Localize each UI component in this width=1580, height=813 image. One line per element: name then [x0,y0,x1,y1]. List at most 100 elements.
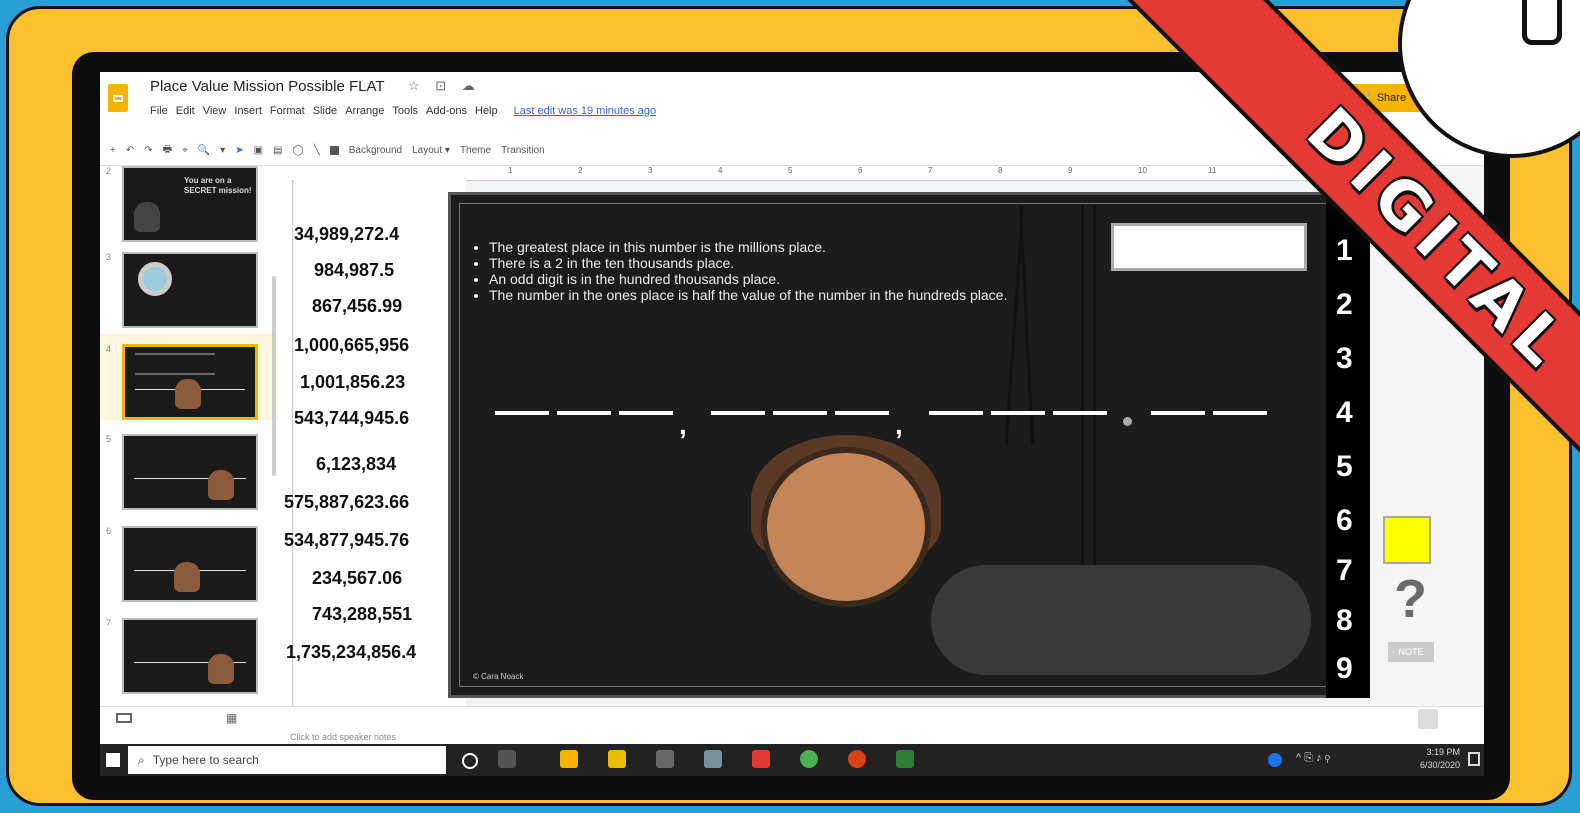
taskbar-search-input[interactable]: ⌕ Type here to search [128,746,446,774]
slide-thumbnail-3[interactable] [122,252,258,328]
ruler-tick: 3 [648,166,653,175]
document-title[interactable]: Place Value Mission Possible FLAT [150,78,385,95]
number-choice[interactable]: 234,567.06 [312,568,402,589]
slides-logo-icon[interactable] [108,84,128,112]
menu-help[interactable]: Help [475,105,498,117]
star-folder-cloud-icons[interactable]: ☆ ⊡ ☁ [408,78,481,94]
draggable-digit[interactable]: 2 [1336,288,1353,322]
number-choice[interactable]: 575,887,623.66 [284,492,409,513]
yellow-highlighter-square[interactable] [1383,516,1431,564]
filmstrip-scrollbar[interactable] [272,276,276,476]
shape-icon[interactable]: ◯ [293,145,304,156]
zoom-icon[interactable]: 🔍 [198,145,210,156]
clue-item: The greatest place in this number is the… [489,239,1049,255]
theme-button[interactable]: Theme [460,145,491,156]
clue-item: An odd digit is in the hundred thousands… [489,271,1049,287]
app-icon[interactable] [752,750,770,768]
chrome-icon[interactable] [800,750,818,768]
classroom-icon[interactable] [896,750,914,768]
digit-blank [495,411,549,415]
print-icon[interactable]: 🖶 [163,142,172,159]
draggable-digit[interactable]: 1 [1336,234,1353,268]
slide-thumbnail-2[interactable]: You are on a SECRET mission! [122,166,258,242]
draggable-digit[interactable]: 9 [1336,652,1353,686]
filmstrip-view-icon[interactable] [116,713,132,723]
menu-insert[interactable]: Insert [234,105,262,117]
note-button[interactable]: NOTE [1388,642,1434,662]
explore-icon[interactable] [1418,709,1438,729]
redo-icon[interactable]: ↷ [144,145,152,156]
zoom-dropdown-icon[interactable]: ▾ [220,145,225,156]
menu-format[interactable]: Format [270,105,305,117]
grid-view-icon[interactable]: ▦ [226,711,237,725]
notification-icon[interactable] [1468,752,1480,766]
taskbar-clock[interactable]: 3:19 PM 6/30/2020 [1420,746,1460,772]
menu-arrange[interactable]: Arrange [345,105,384,117]
digit-blank [929,411,983,415]
vertical-ruler [278,180,293,720]
slide-thumbnail-4-selected[interactable] [122,344,258,420]
new-slide-icon[interactable]: + [110,145,116,156]
number-choice[interactable]: 743,288,551 [312,604,412,625]
number-choice[interactable]: 534,877,945.76 [284,530,409,551]
ruler-tick: 10 [1138,166,1147,175]
powerpoint-icon[interactable] [848,750,866,768]
menu-view[interactable]: View [203,105,227,117]
file-explorer-icon[interactable] [560,750,578,768]
layout-button[interactable]: Layout ▾ [412,145,450,156]
slide-thumbnail-5[interactable] [122,434,258,510]
menu-tools[interactable]: Tools [392,105,418,117]
number-choice[interactable]: 34,989,272.4 [294,224,399,245]
horizontal-ruler: 1 2 3 4 5 6 7 8 9 10 11 [278,166,1484,181]
rope [1093,205,1096,585]
background-button[interactable]: Background [349,145,402,156]
number-choice[interactable]: 543,744,945.6 [294,408,409,429]
thumb-girl-figure [175,379,201,409]
tray-icons[interactable]: ^ ⎘ ♪ ⚲ [1296,752,1330,765]
image-icon[interactable]: ▤ [273,145,282,156]
menu-addons[interactable]: Add-ons [426,105,467,117]
paint-icon[interactable] [704,750,722,768]
cortana-icon[interactable] [462,753,478,769]
number-choice[interactable]: 1,000,665,956 [294,335,409,356]
draggable-digit[interactable]: 5 [1336,450,1353,484]
slide-canvas[interactable]: The greatest place in this number is the… [448,192,1340,698]
line-icon[interactable]: ╲ [314,145,320,156]
textbox-icon[interactable]: ▣ [254,145,263,156]
transition-button[interactable]: Transition [501,145,545,156]
menu-edit[interactable]: Edit [176,105,195,117]
clue-item: There is a 2 in the ten thousands place. [489,255,1049,271]
task-view-icon[interactable] [498,750,516,768]
draggable-digit[interactable]: 4 [1336,396,1353,430]
draggable-digit[interactable]: 6 [1336,504,1353,538]
last-edit-link[interactable]: Last edit was 19 minutes ago [514,105,656,117]
share-button[interactable]: 🔒 Share [1338,84,1428,112]
calculator-icon[interactable] [656,750,674,768]
answer-box[interactable] [1111,223,1307,271]
number-choice[interactable]: 1,001,856.23 [300,372,405,393]
sticky-notes-icon[interactable] [608,750,626,768]
speaker-notes[interactable]: Click to add speaker notes [290,732,396,742]
menu-file[interactable]: File [150,105,168,117]
slide-thumbnail-6[interactable] [122,526,258,602]
number-choice[interactable]: 1,735,234,856.4 [286,642,416,663]
menu-slide[interactable]: Slide [313,105,337,117]
undo-icon[interactable]: ↶ [126,145,134,156]
draggable-digit[interactable]: 3 [1336,342,1353,376]
tray-app-icon[interactable] [1268,753,1282,767]
select-cursor-icon[interactable]: ➤ [235,145,243,156]
digit-blank [773,411,827,415]
number-choice[interactable]: 6,123,834 [316,454,396,475]
number-choice[interactable]: 984,987.5 [314,260,394,281]
paint-format-icon[interactable]: ⌖ [182,145,188,156]
spy-gadget-figure [134,202,160,232]
ruler-tick: 5 [788,166,793,175]
question-mark-icon[interactable]: ? [1394,568,1427,630]
draggable-digit[interactable]: 8 [1336,604,1353,638]
windows-start-icon[interactable] [106,753,120,767]
thumb-number: 4 [106,344,112,354]
background-icon [329,146,339,155]
number-choice[interactable]: 867,456.99 [312,296,402,317]
draggable-digit[interactable]: 7 [1336,554,1353,588]
slide-thumbnail-7[interactable] [122,618,258,694]
